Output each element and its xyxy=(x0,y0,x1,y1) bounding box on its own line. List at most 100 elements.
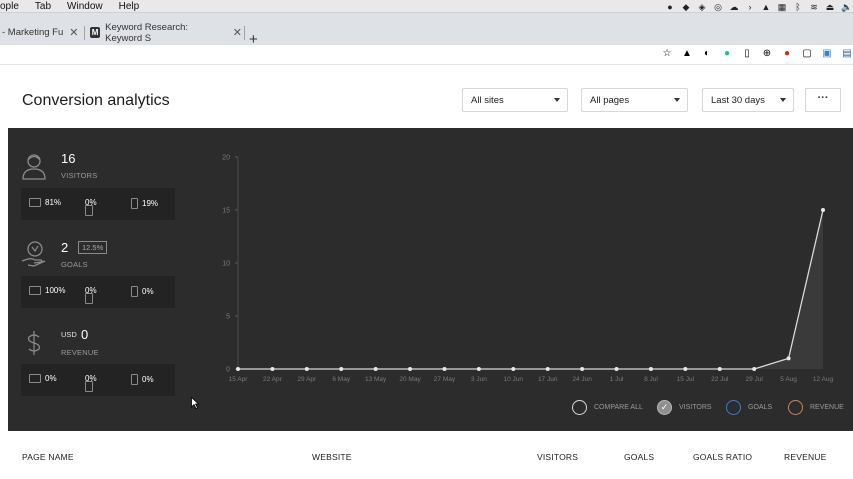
status-tray: ● ◆ ◈ ◎ ☁ › ▲ ▦ ᛒ ≋ ⏏ 🔈 xyxy=(665,0,853,13)
col-visitors[interactable]: VISITORS xyxy=(537,452,578,462)
desktop-share-value: 100% xyxy=(45,286,66,295)
bluetooth-tray-icon[interactable]: ᛒ xyxy=(793,2,803,12)
evernote-tray-icon[interactable]: ◆ xyxy=(681,2,691,12)
extension-shield-icon[interactable]: ⊕ xyxy=(761,48,773,60)
mobile-icon xyxy=(131,374,138,385)
legend-label: VISITORS xyxy=(679,404,712,411)
browser-tab-keyword-research[interactable]: M Keyword Research: Keyword S ✕ xyxy=(86,20,242,45)
col-page-name[interactable]: PAGE NAME xyxy=(22,452,74,462)
col-goals[interactable]: GOALS xyxy=(624,452,654,462)
app-tray-icon[interactable]: ◈ xyxy=(697,2,707,12)
extension-box-icon[interactable]: ▢ xyxy=(801,48,813,60)
menu-tab[interactable]: Tab xyxy=(35,1,51,12)
x-tick-label: 13 May xyxy=(365,376,387,383)
col-website[interactable]: WEBSITE xyxy=(312,452,352,462)
goals-label: GOALS xyxy=(61,260,88,269)
data-point xyxy=(270,367,275,371)
extension-save-icon[interactable]: ▤ xyxy=(841,48,853,60)
mobile-share: 0% xyxy=(131,374,154,385)
favicon-icon: M xyxy=(90,27,101,38)
browser-tab-marketing[interactable]: - Marketing Fu ✕ xyxy=(0,20,82,45)
x-tick-label: 15 Apr xyxy=(229,376,249,383)
legend-label: REVENUE xyxy=(810,404,844,411)
goal-hand-icon xyxy=(21,241,46,267)
mobile-share-value: 0% xyxy=(142,287,154,296)
x-tick-label: 29 Jul xyxy=(745,376,763,383)
clip-icon[interactable]: ▯ xyxy=(741,48,753,60)
tab-title: Keyword Research: Keyword S xyxy=(105,21,189,44)
hat-tray-icon[interactable]: ▲ xyxy=(761,2,771,12)
tablet-icon xyxy=(85,205,93,216)
data-point xyxy=(476,367,481,371)
menu-help[interactable]: Help xyxy=(119,1,140,12)
mouse-cursor-icon xyxy=(191,397,199,409)
menu-app[interactable]: ople xyxy=(0,1,19,12)
compare-all-toggle-icon[interactable] xyxy=(572,400,587,415)
drive-icon[interactable]: ▲ xyxy=(681,48,693,60)
desktop-share: 100% xyxy=(29,286,65,295)
grammarly-icon[interactable]: ● xyxy=(721,48,733,60)
x-tick-label: 27 May xyxy=(434,376,456,383)
visitors-device-breakdown: 81% 0% 19% xyxy=(21,188,175,220)
legend-goals[interactable]: GOALS xyxy=(726,400,772,415)
chevron-tray-icon[interactable]: › xyxy=(745,2,755,12)
date-range-select[interactable]: Last 30 days xyxy=(702,88,794,112)
page-select[interactable]: All pages xyxy=(581,88,688,112)
close-icon[interactable]: ✕ xyxy=(69,26,78,39)
col-goals-ratio[interactable]: GOALS RATIO xyxy=(693,452,752,462)
eject-tray-icon[interactable]: ⏏ xyxy=(825,2,835,12)
goals-ratio-badge: 12.5% xyxy=(78,241,108,254)
data-point xyxy=(821,208,825,212)
wifi-tray-icon[interactable]: ≋ xyxy=(809,2,819,12)
revenue-toggle-icon[interactable] xyxy=(788,400,803,415)
x-tick-label: 1 Jul xyxy=(610,376,624,383)
site-select[interactable]: All sites xyxy=(462,88,568,112)
os-menubar: ople Tab Window Help ● ◆ ◈ ◎ ☁ › ▲ ▦ ᛒ ≋… xyxy=(0,0,853,13)
ext-tray-icon[interactable]: ● xyxy=(665,2,675,12)
legend-revenue[interactable]: REVENUE xyxy=(788,400,844,415)
caret-down-icon xyxy=(674,98,680,102)
visitors-metric: 16 VISITORS xyxy=(21,150,176,186)
extension-circle-icon[interactable]: ◐ xyxy=(701,48,713,60)
tab-divider xyxy=(84,26,85,40)
goals-toggle-icon[interactable] xyxy=(726,400,741,415)
y-tick-label: 15 xyxy=(222,208,230,215)
legend-visitors[interactable]: ✓ VISITORS xyxy=(657,400,712,415)
visitors-label: VISITORS xyxy=(61,171,98,180)
page-title: Conversion analytics xyxy=(22,92,170,109)
menu-window[interactable]: Window xyxy=(67,1,103,12)
page-content: Conversion analytics All sites All pages… xyxy=(8,66,853,479)
desktop-share: 81% xyxy=(29,198,61,207)
caret-down-icon xyxy=(780,98,786,102)
x-tick-label: 20 May xyxy=(399,376,421,383)
legend-label: GOALS xyxy=(748,404,773,411)
series-line xyxy=(238,209,824,370)
x-tick-label: 8 Jul xyxy=(644,376,658,383)
mobile-share-value: 19% xyxy=(142,199,159,208)
extension-badge-icon[interactable]: ▣ xyxy=(821,48,833,60)
close-icon[interactable]: ✕ xyxy=(233,26,242,39)
legend-compare-all[interactable]: COMPARE ALL xyxy=(572,400,643,415)
revenue-metric: USD 0 REVENUE xyxy=(21,326,176,362)
tablet-share: 0% xyxy=(85,286,97,304)
tablet-share: 0% xyxy=(85,198,97,216)
grid-tray-icon[interactable]: ▦ xyxy=(777,2,787,12)
goals-metric: 2 12.5% GOALS xyxy=(21,238,176,274)
sync-tray-icon[interactable]: ◎ xyxy=(713,2,723,12)
extension-red-icon[interactable]: ● xyxy=(781,48,793,60)
volume-tray-icon[interactable]: 🔈 xyxy=(841,2,852,12)
cloud-tray-icon[interactable]: ☁ xyxy=(729,2,739,12)
goals-count: 2 xyxy=(61,240,69,255)
legend-label: COMPARE ALL xyxy=(594,404,643,411)
bookmark-star-icon[interactable]: ☆ xyxy=(661,48,673,60)
tablet-icon xyxy=(85,381,93,392)
revenue-currency: USD xyxy=(61,330,77,339)
x-tick-label: 24 Jun xyxy=(572,376,592,383)
check-icon[interactable]: ✓ xyxy=(657,400,672,415)
more-options-button[interactable]: ··· xyxy=(805,88,841,112)
data-point xyxy=(580,367,585,371)
col-revenue[interactable]: REVENUE xyxy=(784,452,827,462)
y-tick-label: 20 xyxy=(222,155,230,162)
desktop-icon xyxy=(29,374,41,383)
data-point xyxy=(408,367,413,371)
